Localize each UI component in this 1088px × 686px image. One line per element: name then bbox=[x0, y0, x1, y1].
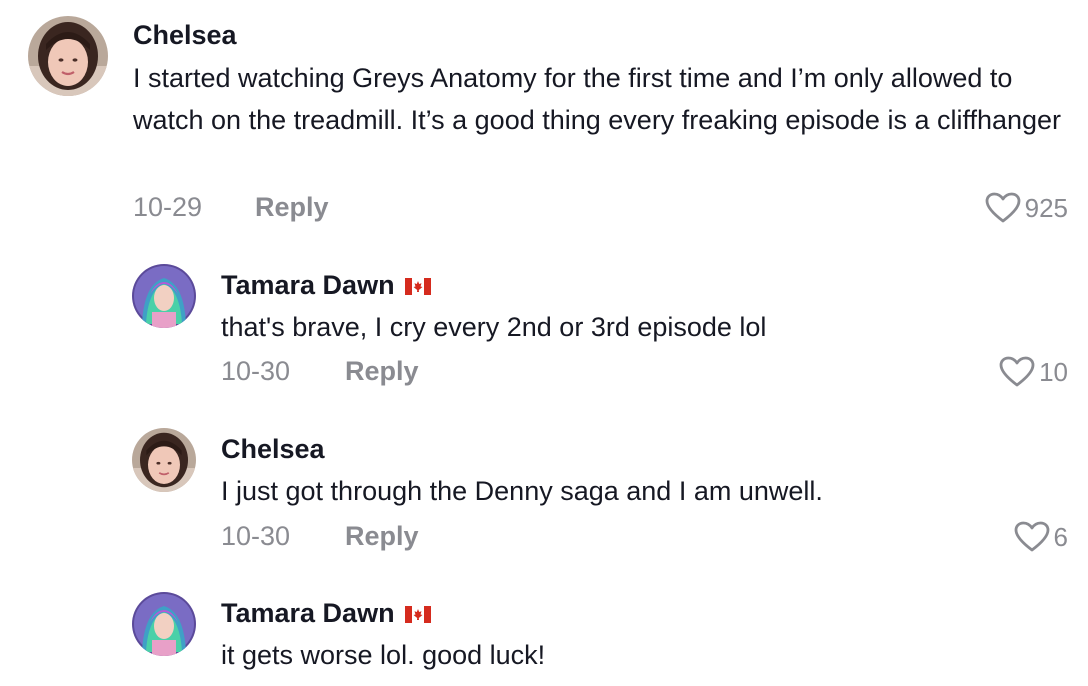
avatar[interactable] bbox=[28, 16, 108, 96]
reply-item: Tamara Dawn that's brave, I cry every 2n… bbox=[0, 250, 1088, 415]
reply-button[interactable]: Reply bbox=[255, 192, 329, 223]
avatar[interactable] bbox=[132, 264, 196, 328]
username-label[interactable]: Chelsea bbox=[221, 434, 325, 465]
username-label[interactable]: Tamara Dawn bbox=[221, 598, 395, 629]
like-button[interactable]: 925 bbox=[985, 192, 1068, 224]
comment-username[interactable]: Chelsea bbox=[221, 434, 325, 465]
comment-item: Chelsea I started watching Greys Anatomy… bbox=[0, 0, 1088, 250]
comment-date: 10-30 bbox=[221, 521, 291, 551]
username-label[interactable]: Chelsea bbox=[133, 20, 237, 51]
username-label[interactable]: Tamara Dawn bbox=[221, 270, 395, 301]
comment-username[interactable]: Tamara Dawn bbox=[221, 270, 431, 301]
comment-date: 10-29 bbox=[133, 192, 203, 222]
like-button[interactable]: 10 bbox=[999, 356, 1068, 388]
comment-username[interactable]: Chelsea bbox=[133, 20, 237, 51]
canada-flag-icon bbox=[404, 278, 431, 295]
reply-button[interactable]: Reply bbox=[345, 521, 419, 552]
heart-icon[interactable] bbox=[1014, 521, 1050, 553]
comment-text: I started watching Greys Anatomy for the… bbox=[133, 63, 1062, 135]
reply-item: Chelsea I just got through the Denny sag… bbox=[0, 415, 1088, 580]
like-button[interactable]: 6 bbox=[1014, 521, 1068, 553]
avatar[interactable] bbox=[132, 592, 196, 656]
like-count: 6 bbox=[1053, 521, 1068, 552]
heart-icon[interactable] bbox=[985, 192, 1021, 224]
reply-item: Tamara Dawn it gets worse lol. good luck… bbox=[0, 580, 1088, 686]
comment-username[interactable]: Tamara Dawn bbox=[221, 598, 431, 629]
like-count: 925 bbox=[1024, 192, 1068, 223]
canada-flag-icon bbox=[404, 606, 431, 623]
heart-icon[interactable] bbox=[999, 356, 1035, 388]
comment-text: it gets worse lol. good luck! bbox=[221, 640, 546, 670]
comment-date: 10-30 bbox=[221, 356, 291, 386]
comment-text: I just got through the Denny saga and I … bbox=[221, 476, 823, 506]
comment-text: that's brave, I cry every 2nd or 3rd epi… bbox=[221, 312, 767, 342]
avatar[interactable] bbox=[132, 428, 196, 492]
reply-button[interactable]: Reply bbox=[345, 356, 419, 387]
like-count: 10 bbox=[1039, 356, 1068, 387]
